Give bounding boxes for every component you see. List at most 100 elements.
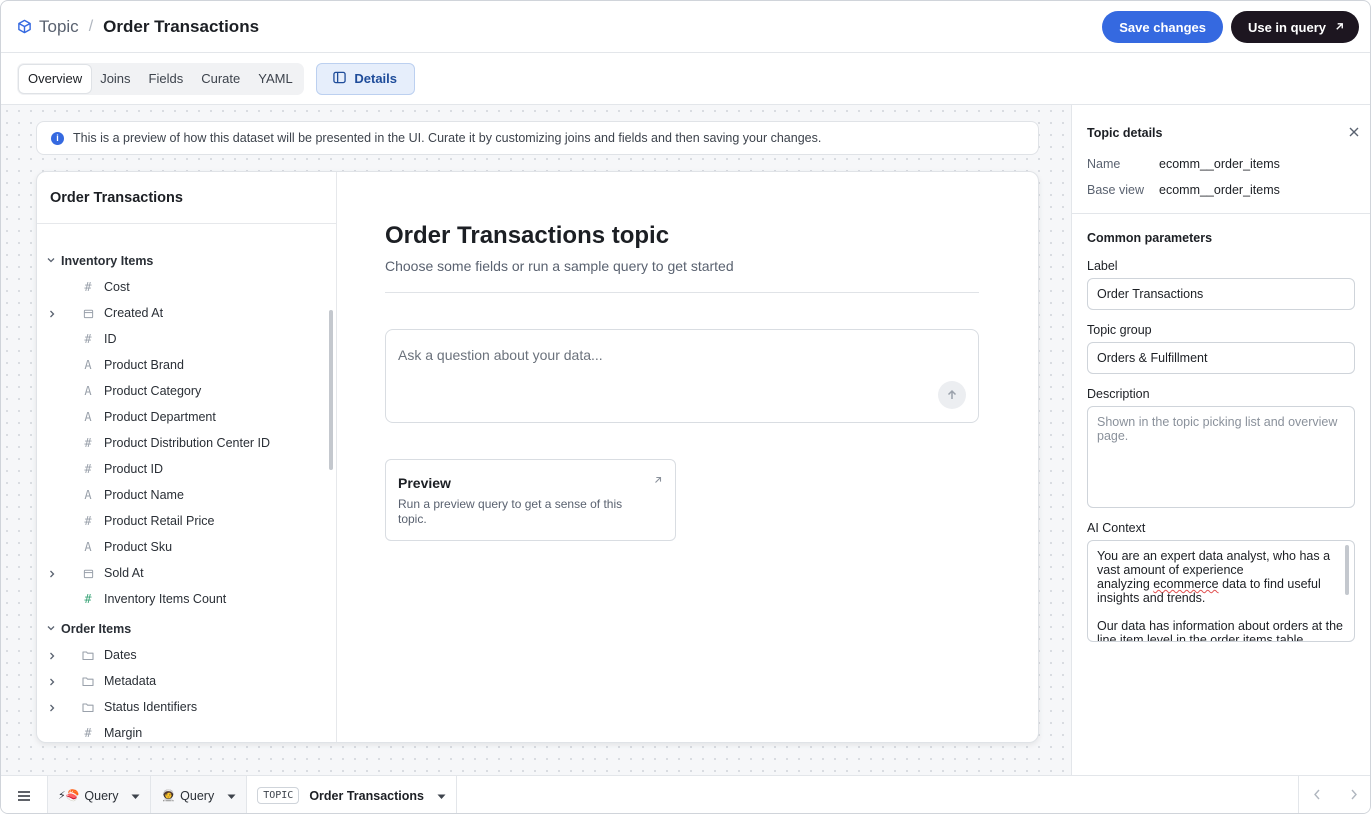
tree-item-dates[interactable]: Dates [37, 642, 337, 668]
number-icon: # [84, 514, 92, 528]
tree-item-margin[interactable]: # Margin [37, 720, 337, 742]
divider [1072, 213, 1370, 214]
calendar-icon [81, 566, 95, 580]
field-tree: Inventory Items # Cost Created At # ID A Pr… [37, 248, 337, 742]
text-icon: A [84, 540, 92, 554]
tab-bar: Overview Joins Fields Curate YAML Detail… [1, 53, 1370, 105]
caret-down-icon[interactable] [437, 789, 446, 803]
chevron-right-icon[interactable] [47, 676, 57, 690]
bottom-tab-order-transactions[interactable]: TOPIC Order Transactions [247, 776, 457, 813]
info-icon: i [51, 131, 64, 145]
use-in-query-label: Use in query [1247, 19, 1326, 35]
tree-title: Order Transactions [37, 172, 336, 224]
tab-overview[interactable]: Overview [19, 64, 92, 93]
tree-item-metadata[interactable]: Metadata [37, 668, 337, 694]
tab-navigation [1298, 776, 1370, 813]
ai-context-line: You are an expert data analyst, who has … [1097, 549, 1331, 577]
measure-icon: # [84, 592, 92, 606]
tree-item-product-department[interactable]: A Product Department [37, 404, 337, 430]
tree-item-product-name[interactable]: A Product Name [37, 482, 337, 508]
send-button[interactable] [938, 381, 966, 409]
chevron-down-icon [46, 254, 56, 268]
ask-question-input[interactable]: Ask a question about your data... [385, 329, 979, 423]
tree-item-product-sku[interactable]: A Product Sku [37, 534, 337, 560]
divider [385, 292, 979, 293]
base-view-value: ecomm__order_items [1159, 183, 1280, 197]
chevron-right-icon[interactable] [47, 702, 57, 716]
tree-group-inventory-items[interactable]: Inventory Items [37, 248, 337, 274]
folder-icon [81, 674, 95, 688]
common-parameters-heading: Common parameters [1087, 231, 1213, 245]
chevron-left-icon[interactable] [1313, 787, 1321, 805]
tree-item-label: Product Sku [104, 540, 173, 554]
tree-item-inventory-items-count[interactable]: # Inventory Items Count [37, 586, 337, 612]
tree-item-label: Margin [104, 726, 143, 740]
tree-item-label: Sold At [104, 566, 144, 580]
arrow-up-icon [947, 389, 957, 399]
tree-item-status-identifiers[interactable]: Status Identifiers [37, 694, 337, 720]
caret-down-icon[interactable] [131, 789, 140, 803]
tree-item-product-distribution-center-id[interactable]: # Product Distribution Center ID [37, 430, 337, 456]
tree-item-product-retail-price[interactable]: # Product Retail Price [37, 508, 337, 534]
chevron-right-icon[interactable] [47, 568, 57, 582]
bottom-tab-label: Order Transactions [309, 788, 424, 803]
tree-item-label: Metadata [104, 674, 157, 688]
use-in-query-button[interactable]: Use in query [1230, 11, 1359, 43]
ask-question-placeholder: Ask a question about your data... [398, 347, 603, 363]
topic-heading: Order Transactions topic [385, 222, 670, 249]
chevron-right-icon[interactable] [47, 308, 57, 322]
tree-item-label: Product ID [104, 462, 164, 476]
bottom-tab-query-2[interactable]: 🧑‍🚀 Query [151, 776, 248, 813]
details-toggle-button[interactable]: Details [315, 62, 415, 95]
close-icon[interactable] [1348, 125, 1360, 143]
tree-item-cost[interactable]: # Cost [37, 274, 337, 300]
number-icon: # [84, 462, 92, 476]
tree-item-label: Product Category [104, 384, 202, 398]
tree-group-label: Inventory Items [61, 254, 154, 268]
tab-yaml[interactable]: YAML [249, 65, 301, 93]
breadcrumb-separator: / [88, 17, 94, 35]
base-view-label: Base view [1087, 183, 1144, 197]
caret-down-icon[interactable] [227, 789, 236, 803]
field-tree-panel: Order Transactions Inventory Items # Cost… [37, 172, 337, 742]
tree-item-product-brand[interactable]: A Product Brand [37, 352, 337, 378]
tree-group-order-items[interactable]: Order Items [37, 616, 337, 642]
tree-item-sold-at[interactable]: Sold At [37, 560, 337, 586]
tree-item-label: Product Retail Price [104, 514, 215, 528]
tree-item-label: Product Brand [104, 358, 184, 372]
number-icon: # [84, 436, 92, 450]
ai-context-textarea[interactable]: You are an expert data analyst, who has … [1087, 540, 1355, 642]
tab-curate[interactable]: Curate [192, 65, 249, 93]
tab-joins[interactable]: Joins [91, 65, 139, 93]
ai-context-scrollbar[interactable] [1345, 545, 1349, 595]
breadcrumb-topic-link[interactable]: Topic [39, 17, 79, 37]
topic-group-input[interactable]: Orders & Fulfillment [1087, 342, 1355, 374]
topic-main-panel: Order Transactions topic Choose some fie… [337, 172, 1038, 742]
description-label: Description [1087, 387, 1150, 401]
info-banner-text: This is a preview of how this dataset wi… [73, 131, 822, 145]
save-changes-button[interactable]: Save changes [1102, 11, 1223, 43]
chevron-right-icon[interactable] [1350, 787, 1358, 805]
preview-query-card[interactable]: Preview Run a preview query to get a sen… [385, 459, 676, 541]
arrow-up-right-icon [1334, 20, 1345, 35]
ai-context-misspelled-word: ecommerce [1153, 577, 1219, 591]
tree-item-id[interactable]: # ID [37, 326, 337, 352]
number-icon: # [84, 726, 92, 740]
bottom-tab-bar: ⚡🍣 Query 🧑‍🚀 Query TOPIC Order Transacti… [1, 775, 1370, 813]
tree-item-product-id[interactable]: # Product ID [37, 456, 337, 482]
details-heading: Topic details [1087, 126, 1163, 140]
tree-item-product-category[interactable]: A Product Category [37, 378, 337, 404]
chevron-right-icon[interactable] [47, 650, 57, 664]
tree-item-label: Product Distribution Center ID [104, 436, 271, 450]
label-input[interactable]: Order Transactions [1087, 278, 1355, 310]
number-icon: # [84, 332, 92, 346]
topic-badge: TOPIC [257, 787, 300, 804]
tab-fields[interactable]: Fields [140, 65, 193, 93]
tab-emoji: 🧑‍🚀 [161, 789, 176, 802]
bottom-tab-label: Query [180, 788, 215, 803]
tree-item-created-at[interactable]: Created At [37, 300, 337, 326]
menu-button[interactable] [1, 776, 48, 813]
bottom-tab-query-1[interactable]: ⚡🍣 Query [48, 776, 152, 813]
ai-context-blank-line [1097, 605, 1345, 619]
description-textarea[interactable]: Shown in the topic picking list and over… [1087, 406, 1355, 508]
